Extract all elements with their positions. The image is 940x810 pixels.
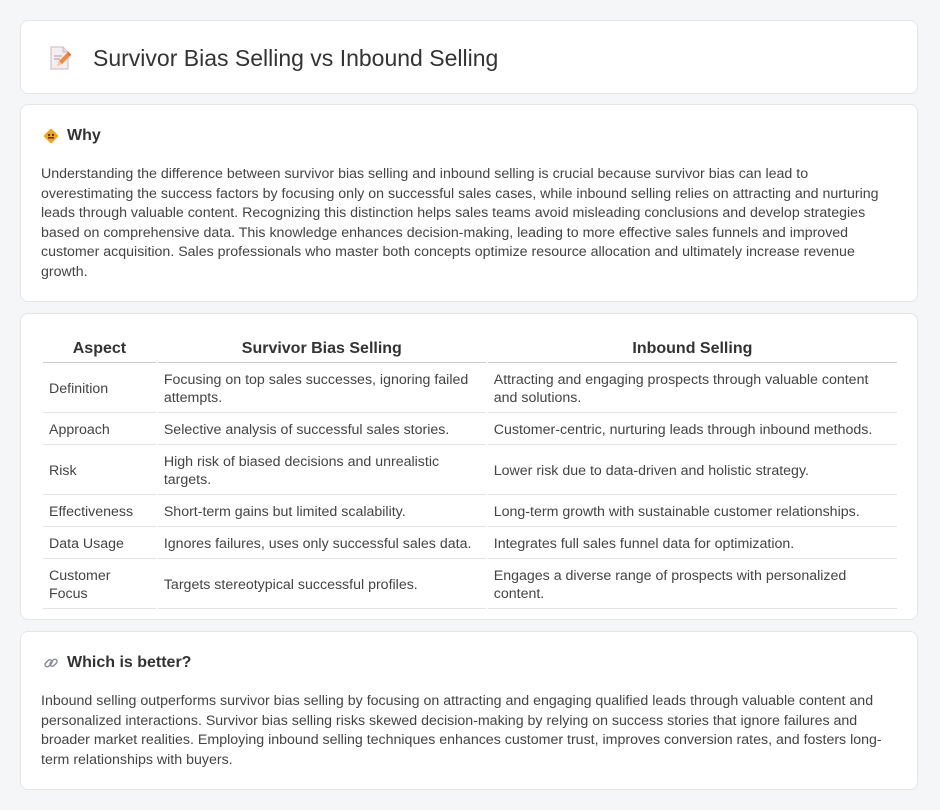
cell-inbound: Integrates full sales funnel data for op… xyxy=(487,529,897,559)
cell-survivor: Targets stereotypical successful profile… xyxy=(157,561,486,609)
cell-survivor: Selective analysis of successful sales s… xyxy=(157,415,486,445)
comparison-table: Aspect Survivor Bias Selling Inbound Sel… xyxy=(41,334,899,611)
better-title: Which is better? xyxy=(67,654,192,671)
cell-aspect: Effectiveness xyxy=(43,497,156,527)
cell-inbound: Long-term growth with sustainable custom… xyxy=(487,497,897,527)
cell-aspect: Data Usage xyxy=(43,529,156,559)
cell-aspect: Customer Focus xyxy=(43,561,156,609)
which-is-better-section: Which is better? Inbound selling outperf… xyxy=(20,631,918,790)
why-section: Why Understanding the difference between… xyxy=(20,104,918,302)
page-title: Survivor Bias Selling vs Inbound Selling xyxy=(93,45,499,71)
cell-inbound: Lower risk due to data-driven and holist… xyxy=(487,447,897,495)
header-inbound: Inbound Selling xyxy=(487,336,897,363)
why-text: Understanding the difference between sur… xyxy=(41,166,879,280)
comparison-section: Aspect Survivor Bias Selling Inbound Sel… xyxy=(20,313,918,620)
better-heading: Which is better? xyxy=(43,654,191,672)
cell-inbound: Attracting and engaging prospects throug… xyxy=(487,365,897,413)
cell-survivor: High risk of biased decisions and unreal… xyxy=(157,447,486,495)
link-icon xyxy=(43,655,59,671)
table-row: Customer Focus Targets stereotypical suc… xyxy=(43,561,897,609)
why-title: Why xyxy=(67,127,101,144)
cell-survivor: Focusing on top sales successes, ignorin… xyxy=(157,365,486,413)
header-survivor-bias: Survivor Bias Selling xyxy=(157,336,486,363)
table-header-row: Aspect Survivor Bias Selling Inbound Sel… xyxy=(43,336,897,363)
cell-survivor: Short-term gains but limited scalability… xyxy=(157,497,486,527)
cell-survivor: Ignores failures, uses only successful s… xyxy=(157,529,486,559)
better-text: Inbound selling outperforms survivor bia… xyxy=(41,693,882,768)
header-aspect: Aspect xyxy=(43,336,156,363)
cell-aspect: Definition xyxy=(43,365,156,413)
document-pencil-icon xyxy=(47,45,73,71)
cell-inbound: Engages a diverse range of prospects wit… xyxy=(487,561,897,609)
table-row: Effectiveness Short-term gains but limit… xyxy=(43,497,897,527)
cell-inbound: Customer-centric, nurturing leads throug… xyxy=(487,415,897,445)
table-row: Definition Focusing on top sales success… xyxy=(43,365,897,413)
table-row: Approach Selective analysis of successfu… xyxy=(43,415,897,445)
why-heading: Why xyxy=(43,127,101,145)
header-card: Survivor Bias Selling vs Inbound Selling xyxy=(20,20,918,94)
title-row: Survivor Bias Selling vs Inbound Selling xyxy=(47,43,498,73)
cell-aspect: Risk xyxy=(43,447,156,495)
cell-aspect: Approach xyxy=(43,415,156,445)
diamond-sign-icon xyxy=(43,128,59,144)
table-row: Data Usage Ignores failures, uses only s… xyxy=(43,529,897,559)
table-row: Risk High risk of biased decisions and u… xyxy=(43,447,897,495)
